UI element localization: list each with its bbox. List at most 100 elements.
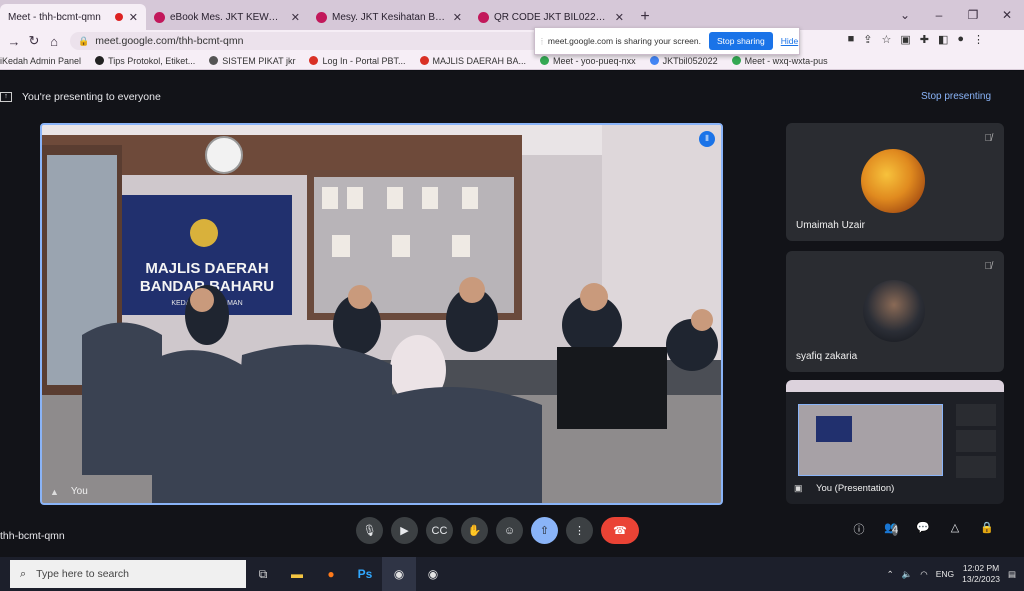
volume-icon[interactable]: 🔈 [902,569,913,580]
host-controls-icon[interactable]: 🔒 [978,521,996,539]
stop-presenting-button[interactable]: Stop presenting [921,91,991,102]
bookmark-item[interactable]: MAJLIS DAERAH BA... [419,55,527,66]
photoshop-icon[interactable]: Ps [348,557,382,591]
close-tab-icon[interactable]: ✕ [615,11,624,24]
notifications-icon[interactable]: ▤ [1008,569,1016,580]
hide-link[interactable]: Hide [781,36,798,46]
bookmark-label: iKedah Admin Panel [0,55,82,66]
chevron-up-icon[interactable]: ⌃ [887,569,894,580]
camera-icon[interactable]: ■ [848,33,855,46]
info-icon[interactable]: ⓘ [850,521,868,539]
self-presentation-preview[interactable]: ▣ You (Presentation) [786,380,1004,504]
puzzle-icon[interactable]: ✚ [920,33,929,46]
avatar [863,280,925,342]
bookmark-label: MAJLIS DAERAH BA... [432,55,527,66]
bookmark-item[interactable]: JKTbil052022 [649,56,718,66]
participant-tile[interactable]: 🎙̸ Umaimah Uzair [786,123,1004,241]
bookmark-label: Meet - wxq-wxta-pus [744,55,828,66]
taskbar-search[interactable]: ⌕ Type here to search [10,560,246,588]
wifi-icon[interactable]: ◠ [920,569,927,580]
tab-ebook[interactable]: eBook Mes. JKT KEWANGAN,HAD ✕ [146,4,308,30]
meet-window: ↑ You're presenting to everyone Stop pre… [0,71,1024,557]
pin-icon[interactable]: ▲ [50,487,59,497]
microphone-icon[interactable]: 🎙 [356,517,383,544]
tab-kesihatan[interactable]: Mesy. JKT Kesihatan Bil.02_2023.p ✕ [308,4,470,30]
close-tab-icon[interactable]: ✕ [453,11,462,24]
chrome-icon[interactable]: ◉ [416,557,450,591]
language-indicator[interactable]: ENG [936,569,954,579]
video-owner-name: You [70,486,88,497]
participant-tile[interactable]: 🎙̸ syafiq zakaria [786,251,1004,372]
pdf-icon [316,11,327,23]
home-icon[interactable]: ⌂ [44,34,64,49]
present-icon: ↑ [0,92,12,102]
main-video-tile[interactable]: MAJLIS DAERAH BANDAR BAHARU KEDAH DARUL … [40,123,723,505]
bookmark-item[interactable]: Tips Protokol, Etiket... [95,56,195,66]
bookmark-item[interactable]: SISTEM PIKAT jkr [209,56,295,66]
preview-banner [816,416,852,442]
clock[interactable]: 12:02 PM 13/2/2023 [962,563,1000,585]
bookmarks-bar: iKedah Admin Panel Tips Protokol, Etiket… [0,52,1024,70]
activities-icon[interactable]: △ [946,521,964,539]
screen-share-notice: ⦙ meet.google.com is sharing your screen… [534,27,800,55]
minimize-icon[interactable]: – [922,8,956,22]
tab-title: Meet - thh-bcmt-qmn [8,11,101,23]
bookmark-item[interactable]: iKedah Admin Panel [0,56,81,66]
bookmark-label: SISTEM PIKAT jkr [222,55,296,66]
end-call-button[interactable]: ☎ [601,517,639,544]
present-screen-icon[interactable]: ⇧ [531,517,558,544]
preview-browser-bar [786,380,1004,392]
lock-icon: 🔒 [78,35,90,46]
pdf-icon [154,11,165,23]
star-icon[interactable]: ☆ [881,33,891,46]
share-icon[interactable]: ⇪ [863,33,872,46]
speaking-indicator-icon: ⦀ [699,131,715,147]
url-text: meet.google.com/thh-bcmt-qmn [95,35,244,47]
captions-icon[interactable]: CC [426,517,453,544]
tab-meet[interactable]: Meet - thh-bcmt-qmn ✕ [0,4,146,30]
close-tab-icon[interactable]: ✕ [291,11,300,24]
chrome-icon[interactable]: ◉ [382,557,416,591]
file-explorer-icon[interactable]: ▬ [280,557,314,591]
preview-tile [956,404,996,426]
bookmark-icon [419,56,429,65]
mic-off-icon: 🎙̸ [984,133,993,144]
more-options-icon[interactable]: ⋮ [566,517,593,544]
raise-hand-icon[interactable]: ✋ [461,517,488,544]
stop-sharing-button[interactable]: Stop sharing [708,32,773,50]
present-icon: ▣ [794,483,803,493]
clock-date: 13/2/2023 [962,574,1000,584]
close-tab-icon[interactable]: ✕ [129,11,138,24]
search-placeholder: Type here to search [36,568,129,580]
chevron-down-icon[interactable]: ⌄ [888,8,922,22]
participant-name: Umaimah Uzair [796,220,865,231]
meet-icon [540,56,550,65]
bookmark-item[interactable]: Log In - Portal PBT... [309,56,406,66]
bookmark-item[interactable]: Meet - wxq-wxta-pus [731,55,828,66]
pdf-icon [478,11,489,23]
restore-icon[interactable]: ❐ [956,8,990,22]
address-bar[interactable]: 🔒 meet.google.com/thh-bcmt-qmn [70,32,540,50]
call-controls: 🎙 ▶ CC ✋ ☺ ⇧ ⋮ ☎ [356,517,639,544]
close-window-icon[interactable]: ✕ [990,8,1024,22]
toolbar-icons: ■ ⇪ ☆ ▣ ✚ ◧ ● ⋮ [848,33,984,46]
task-view-icon[interactable]: ⧉ [246,557,280,591]
bookmark-label: Meet - yoo-pueq-nxx [553,55,636,66]
profile-icon[interactable]: ● [957,33,964,46]
bookmark-icon [209,56,219,65]
tab-title: Mesy. JKT Kesihatan Bil.02_2023.p [332,11,447,23]
firefox-icon[interactable]: ● [314,557,348,591]
emoji-icon[interactable]: ☺ [496,517,523,544]
sidepanel-icon[interactable]: ◧ [938,33,948,46]
back-icon[interactable]: → [4,34,24,49]
people-icon[interactable]: 👥4 [882,521,900,539]
reload-icon[interactable]: ↻ [24,33,44,49]
presenting-text: You're presenting to everyone [22,91,161,103]
system-tray: ⌃ 🔈 ◠ ENG 12:02 PM 13/2/2023 ▤ [887,557,1016,591]
drag-handle-icon[interactable]: ⦙ [541,36,543,47]
chat-icon[interactable]: 💬 [914,521,932,539]
menu-icon[interactable]: ⋮ [973,33,984,46]
camera-toggle-icon[interactable]: ▶ [391,517,418,544]
extension-icon[interactable]: ▣ [900,33,910,46]
bookmark-item[interactable]: Meet - yoo-pueq-nxx [540,56,636,66]
